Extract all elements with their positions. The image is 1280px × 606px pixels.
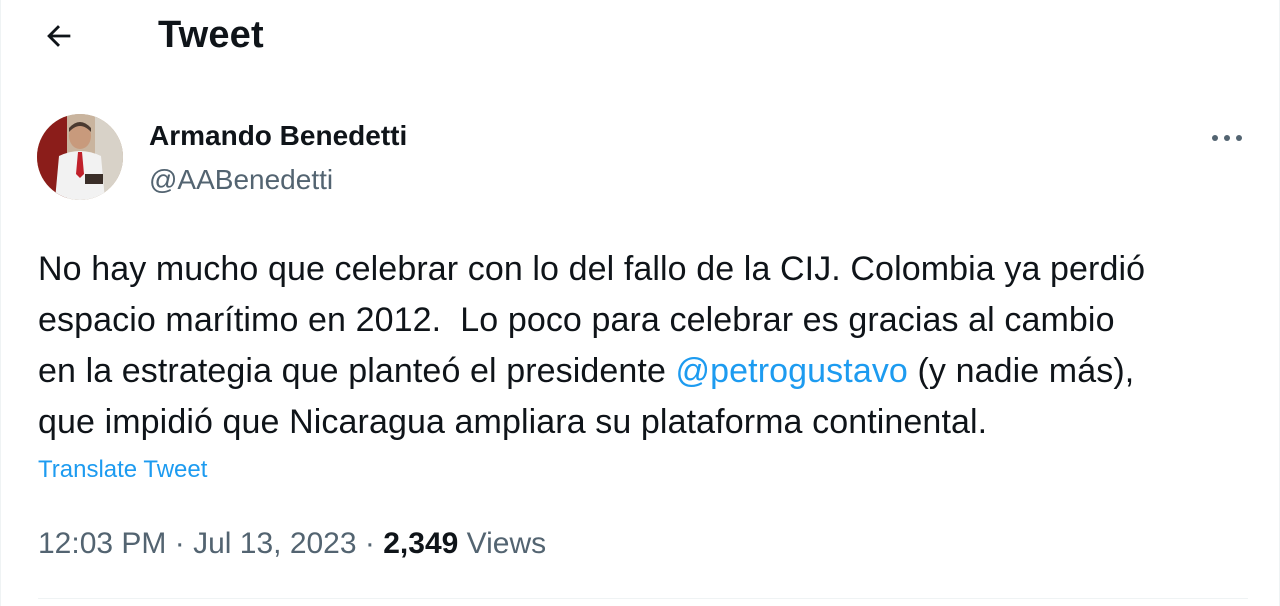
meta-separator: · xyxy=(356,527,384,560)
translate-tweet-link[interactable]: Translate Tweet xyxy=(38,454,207,486)
tweet-meta: 12:03 PM · Jul 13, 2023 · 2,349 Views xyxy=(38,524,546,564)
more-horizontal-icon xyxy=(1212,135,1242,141)
more-options-button[interactable] xyxy=(1201,118,1253,158)
tweet-line: en la estrategia que planteó el presiden… xyxy=(38,346,1253,397)
header-bar: Tweet xyxy=(1,0,1279,72)
meta-separator: · xyxy=(166,527,194,560)
tweet-page: Tweet Armando Benedetti @AABenedetti No … xyxy=(0,0,1280,606)
arrow-left-icon xyxy=(47,25,71,47)
author-name[interactable]: Armando Benedetti xyxy=(149,118,407,154)
avatar[interactable] xyxy=(37,114,123,200)
back-button[interactable] xyxy=(35,14,83,58)
author-handle[interactable]: @AABenedetti xyxy=(149,162,333,198)
tweet-line-text: (y nadie más), xyxy=(907,352,1135,390)
profile-photo-icon xyxy=(37,114,123,200)
divider xyxy=(38,598,1248,599)
tweet-line: No hay mucho que celebrar con lo del fal… xyxy=(38,250,1146,288)
views-label: Views xyxy=(458,527,547,560)
tweet-line-text: en la estrategia que planteó el presiden… xyxy=(38,352,676,390)
tweet-time[interactable]: 12:03 PM xyxy=(38,527,166,560)
tweet-line: que impidió que Nicaragua ampliara su pl… xyxy=(38,403,988,441)
tweet-date[interactable]: Jul 13, 2023 xyxy=(193,527,356,560)
tweet-line: espacio marítimo en 2012. Lo poco para c… xyxy=(38,301,1115,339)
tweet-text: No hay mucho que celebrar con lo del fal… xyxy=(38,244,1253,448)
mention-link[interactable]: @petrogustavo xyxy=(676,352,908,390)
views-count: 2,349 xyxy=(383,527,459,560)
page-title: Tweet xyxy=(158,14,264,56)
